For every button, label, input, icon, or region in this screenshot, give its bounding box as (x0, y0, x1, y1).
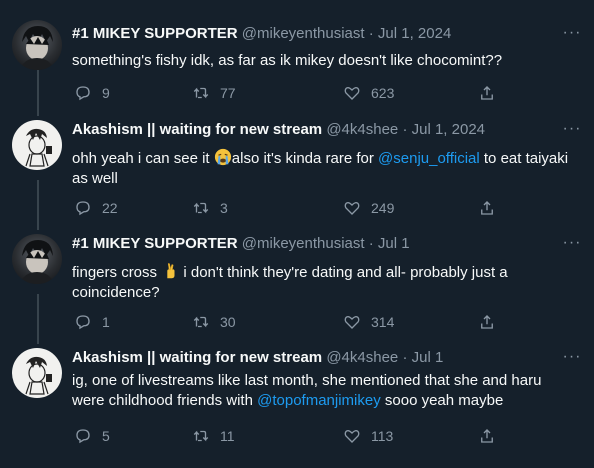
more-options-icon[interactable]: ··· (562, 25, 582, 46)
separator-dot: · (402, 349, 408, 366)
retweet-count: 77 (220, 85, 236, 101)
tweet[interactable]: Akashism || waiting for new stream @4k4s… (0, 342, 594, 468)
avatar[interactable] (12, 234, 62, 284)
avatar[interactable] (12, 120, 62, 170)
timestamp[interactable]: Jul 1 (378, 235, 410, 252)
retweet-button[interactable]: 30 (192, 312, 236, 332)
separator-dot: · (368, 25, 374, 42)
like-button[interactable]: 314 (343, 312, 394, 332)
retweet-icon (193, 430, 209, 442)
reply-icon (76, 315, 90, 330)
retweet-button[interactable]: 11 (192, 426, 235, 446)
separator-dot: · (368, 235, 374, 252)
share-button[interactable] (478, 426, 496, 446)
tweet-text-part: fingers cross (72, 264, 158, 281)
like-count: 249 (371, 200, 395, 216)
like-icon (344, 429, 360, 443)
tweet-header: Akashism || waiting for new stream @4k4s… (72, 348, 554, 368)
tweet-actions: 22 3 249 (72, 198, 512, 218)
reply-button[interactable]: 1 (74, 312, 110, 332)
display-name[interactable]: Akashism || waiting for new stream (72, 121, 322, 138)
more-options-icon[interactable]: ··· (562, 235, 582, 256)
share-icon (481, 201, 493, 215)
reply-icon (76, 429, 90, 444)
retweet-count: 3 (220, 200, 228, 216)
share-icon (481, 429, 493, 443)
like-button[interactable]: 623 (343, 83, 394, 103)
tweet-text: fingers cross i don't think they're dati… (72, 262, 574, 303)
like-count: 113 (371, 428, 394, 444)
like-icon (344, 315, 360, 329)
tweet-text-part: sooo yeah maybe (384, 392, 504, 409)
tweet-text: ohh yeah i can see it also it's kinda ra… (72, 148, 574, 189)
like-count: 623 (371, 85, 395, 101)
reply-count: 5 (102, 428, 110, 444)
tweet[interactable]: Akashism || waiting for new stream @4k4s… (0, 114, 594, 228)
retweet-icon (193, 316, 209, 328)
like-button[interactable]: 113 (343, 426, 393, 446)
user-handle[interactable]: @4k4shee (326, 349, 398, 366)
like-count: 314 (371, 314, 395, 330)
timestamp[interactable]: Jul 1 (412, 349, 444, 366)
mention-link[interactable]: @topofmanjimikey (257, 392, 381, 409)
more-options-icon[interactable]: ··· (562, 121, 582, 142)
display-name[interactable]: #1 MIKEY SUPPORTER (72, 235, 238, 252)
like-button[interactable]: 249 (343, 198, 394, 218)
tweet[interactable]: #1 MIKEY SUPPORTER @mikeyenthusiast · Ju… (0, 0, 594, 114)
reply-icon (76, 86, 90, 101)
retweet-count: 30 (220, 314, 236, 330)
retweet-icon (193, 202, 209, 214)
reply-count: 1 (102, 314, 110, 330)
share-button[interactable] (478, 312, 496, 332)
mention-link[interactable]: @senju_official (378, 150, 480, 167)
tweet-header: #1 MIKEY SUPPORTER @mikeyenthusiast · Ju… (72, 234, 554, 254)
separator-dot: · (402, 121, 408, 138)
share-icon (481, 86, 493, 100)
display-name[interactable]: Akashism || waiting for new stream (72, 349, 322, 366)
tweet-actions: 9 77 623 (72, 83, 512, 103)
retweet-button[interactable]: 77 (192, 83, 236, 103)
like-icon (344, 201, 360, 215)
user-handle[interactable]: @mikeyenthusiast (242, 25, 365, 42)
reply-icon (76, 201, 90, 216)
loudly-crying-face-icon (214, 148, 231, 166)
tweet-header: Akashism || waiting for new stream @4k4s… (72, 120, 554, 140)
like-icon (344, 86, 360, 100)
tweet-actions: 1 30 314 (72, 312, 512, 332)
retweet-icon (193, 87, 209, 99)
tweet-actions: 5 11 113 (72, 426, 512, 446)
timestamp[interactable]: Jul 1, 2024 (412, 121, 485, 138)
reply-count: 22 (102, 200, 118, 216)
user-handle[interactable]: @4k4shee (326, 121, 398, 138)
avatar[interactable] (12, 348, 62, 398)
more-options-icon[interactable]: ··· (562, 349, 582, 370)
tweet-text-part: ohh yeah i can see it (72, 150, 210, 167)
tweet-text: ig, one of livestreams like last month, … (72, 371, 574, 411)
user-handle[interactable]: @mikeyenthusiast (242, 235, 365, 252)
retweet-button[interactable]: 3 (192, 198, 228, 218)
share-button[interactable] (478, 83, 496, 103)
share-icon (481, 315, 493, 329)
tweet[interactable]: #1 MIKEY SUPPORTER @mikeyenthusiast · Ju… (0, 228, 594, 342)
reply-button[interactable]: 9 (74, 83, 110, 103)
tweet-text: something's fishy idk, as far as ik mike… (72, 52, 503, 69)
display-name[interactable]: #1 MIKEY SUPPORTER (72, 25, 238, 42)
reply-button[interactable]: 5 (74, 426, 110, 446)
share-button[interactable] (478, 198, 496, 218)
reply-button[interactable]: 22 (74, 198, 118, 218)
retweet-count: 11 (220, 428, 235, 444)
reply-count: 9 (102, 85, 110, 101)
tweet-header: #1 MIKEY SUPPORTER @mikeyenthusiast · Ju… (72, 24, 554, 44)
avatar[interactable] (12, 20, 62, 70)
tweet-text-part: also it's kinda rare for (231, 150, 374, 167)
timestamp[interactable]: Jul 1, 2024 (378, 25, 451, 42)
crossed-fingers-icon (167, 263, 175, 279)
